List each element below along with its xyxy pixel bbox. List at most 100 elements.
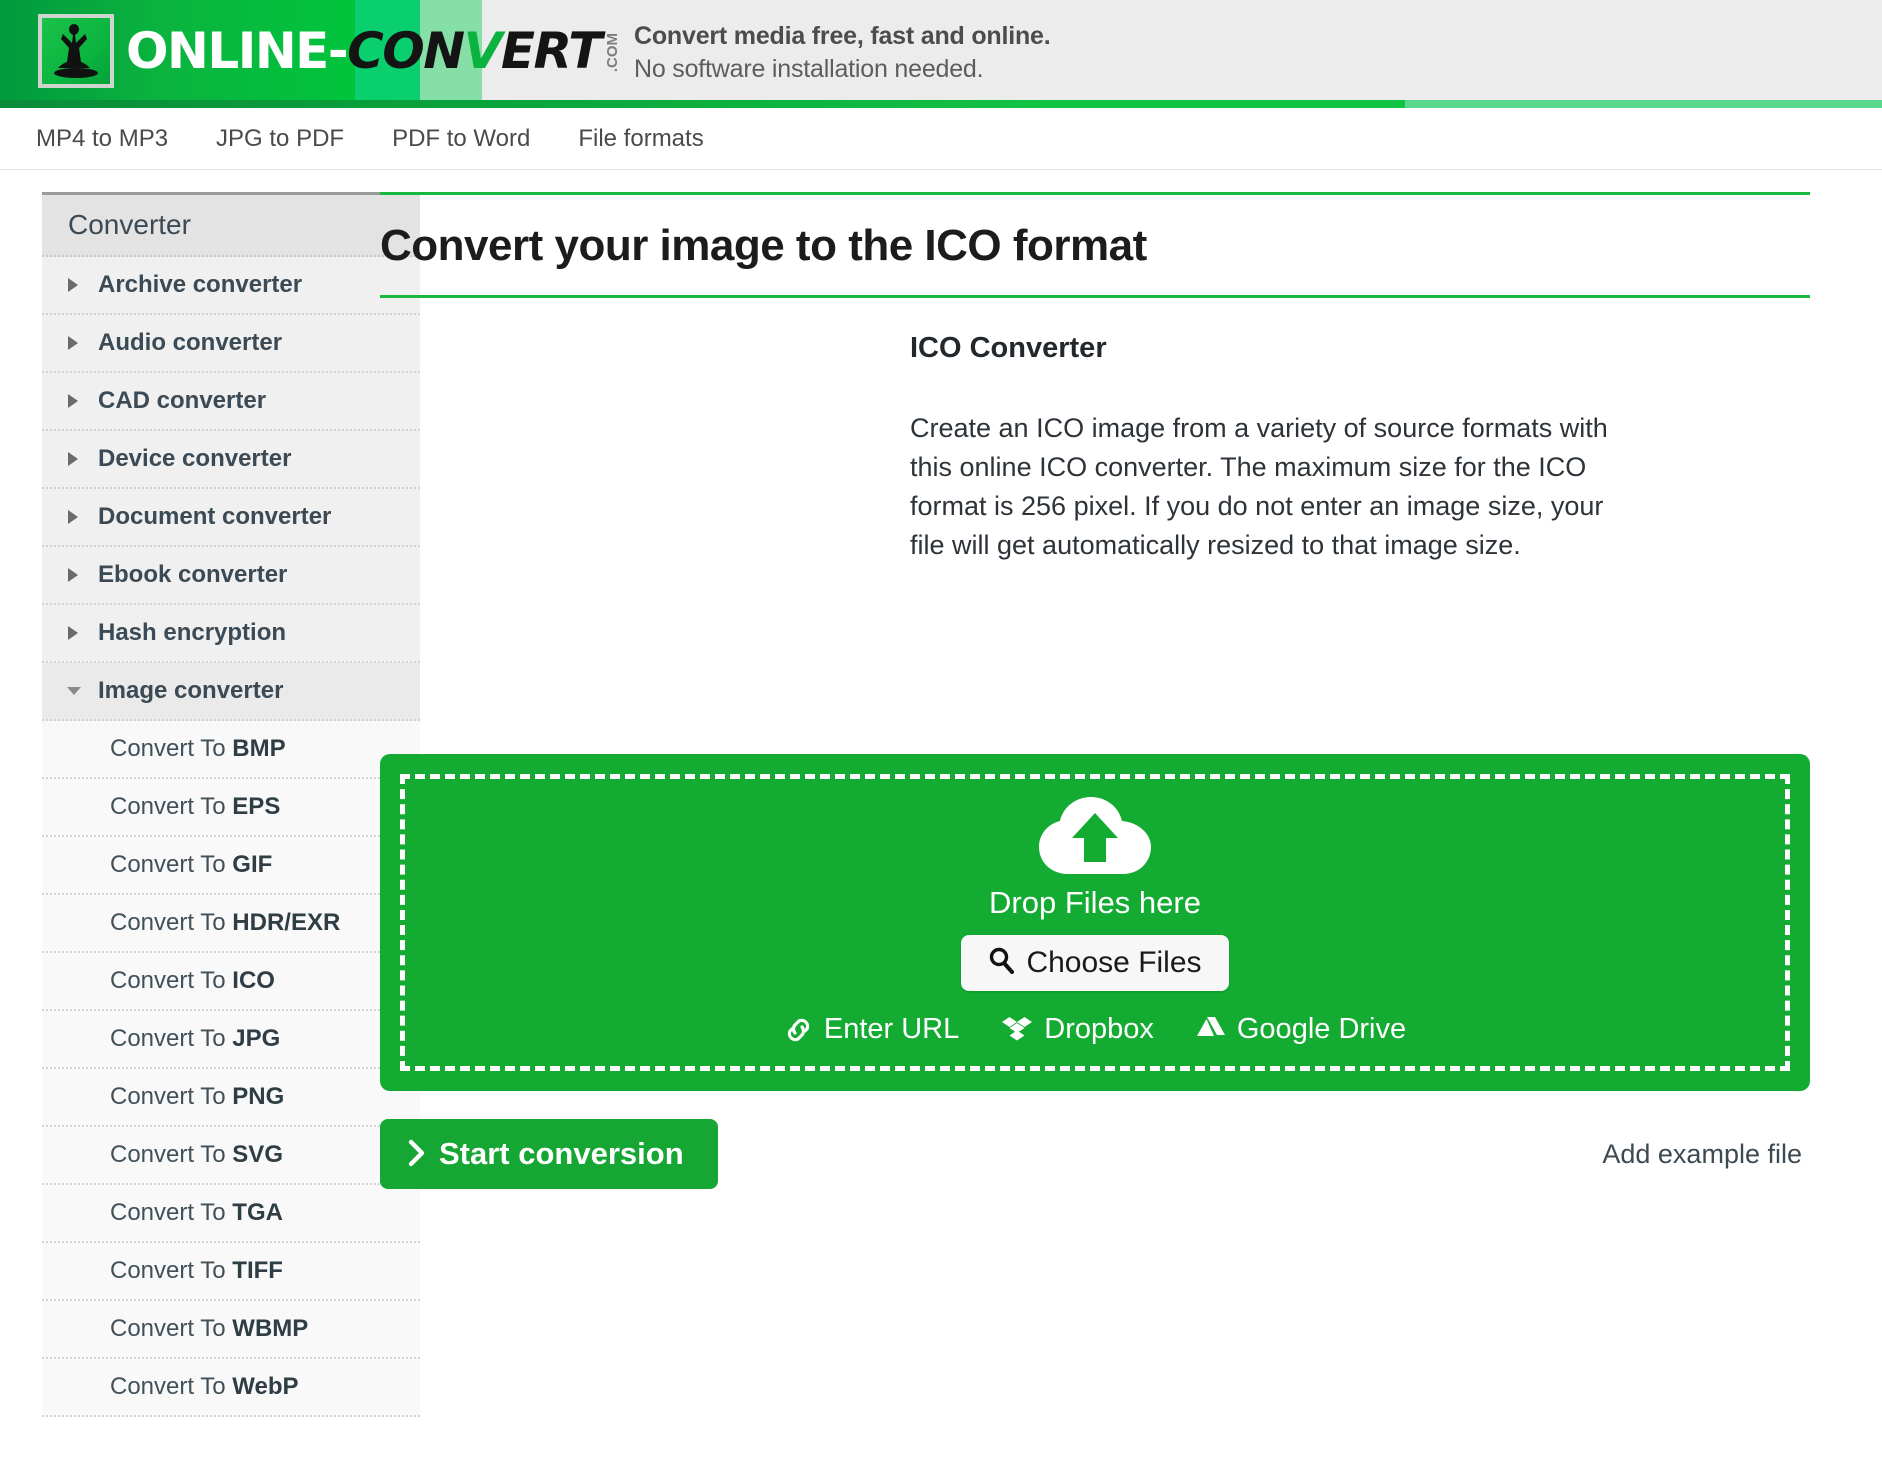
sidebar-item-cad-converter[interactable]: CAD converter bbox=[42, 373, 420, 431]
convert-to-prefix: Convert To bbox=[110, 1199, 232, 1226]
chevron-right-icon bbox=[66, 277, 84, 293]
google-drive-label: Google Drive bbox=[1237, 1013, 1406, 1046]
sidebar-subitem-convert-to-png[interactable]: Convert To PNG bbox=[42, 1069, 420, 1127]
header-tagline: Convert media free, fast and online. No … bbox=[634, 20, 1051, 85]
converter-info: ICO Converter Create an ICO image from a… bbox=[900, 332, 1810, 738]
sidebar-subitem-convert-to-wbmp[interactable]: Convert To WBMP bbox=[42, 1301, 420, 1359]
tagline-line-2: No software installation needed. bbox=[634, 53, 1051, 86]
logo-online: ONLINE- bbox=[126, 26, 347, 76]
site-header: ONLINE-CONVERT .COM Convert media free, … bbox=[0, 0, 1882, 108]
nav-item-jpg-to-pdf[interactable]: JPG to PDF bbox=[216, 125, 344, 153]
logo-wordmark: ONLINE-CONVERT .COM bbox=[126, 26, 620, 76]
chevron-right-icon bbox=[66, 335, 84, 351]
sidebar-item-label: Ebook converter bbox=[98, 561, 287, 589]
format-label: SVG bbox=[232, 1141, 283, 1168]
sidebar-subitem-convert-to-gif[interactable]: Convert To GIF bbox=[42, 837, 420, 895]
convert-to-prefix: Convert To bbox=[110, 1025, 232, 1052]
tagline-line-1: Convert media free, fast and online. bbox=[634, 20, 1051, 53]
dropbox-label: Dropbox bbox=[1044, 1013, 1154, 1046]
nav-item-mp4-to-mp3[interactable]: MP4 to MP3 bbox=[36, 125, 168, 153]
format-label: WBMP bbox=[232, 1315, 308, 1342]
sidebar-item-device-converter[interactable]: Device converter bbox=[42, 431, 420, 489]
link-icon bbox=[784, 1017, 813, 1043]
google-drive-icon bbox=[1196, 1016, 1226, 1043]
choose-files-button[interactable]: Choose Files bbox=[961, 935, 1228, 991]
convert-to-prefix: Convert To bbox=[110, 1315, 232, 1342]
dropzone-source-links: Enter URL Dropbox bbox=[784, 1013, 1406, 1046]
action-row: Start conversion Add example file bbox=[380, 1119, 1810, 1209]
format-label: PNG bbox=[232, 1083, 284, 1110]
enter-url-link[interactable]: Enter URL bbox=[784, 1013, 959, 1046]
page-title: Convert your image to the ICO format bbox=[380, 221, 1810, 271]
chevron-down-icon bbox=[66, 684, 84, 698]
site-logo[interactable]: ONLINE-CONVERT .COM bbox=[38, 14, 620, 88]
sidebar-item-ebook-converter[interactable]: Ebook converter bbox=[42, 547, 420, 605]
sidebar-subitem-convert-to-eps[interactable]: Convert To EPS bbox=[42, 779, 420, 837]
chevron-right-icon bbox=[66, 625, 84, 641]
sidebar-subitem-convert-to-jpg[interactable]: Convert To JPG bbox=[42, 1011, 420, 1069]
info-area: ICO Converter Create an ICO image from a… bbox=[380, 298, 1810, 738]
sidebar-subitem-convert-to-bmp[interactable]: Convert To BMP bbox=[42, 721, 420, 779]
sidebar-subitem-convert-to-svg[interactable]: Convert To SVG bbox=[42, 1127, 420, 1185]
format-label: TGA bbox=[232, 1199, 283, 1226]
nav-item-file-formats[interactable]: File formats bbox=[578, 125, 703, 153]
sidebar-item-label: Image converter bbox=[98, 677, 283, 705]
sidebar-subitem-convert-to-webp[interactable]: Convert To WebP bbox=[42, 1359, 420, 1417]
format-label: WebP bbox=[232, 1373, 298, 1400]
enter-url-label: Enter URL bbox=[824, 1013, 959, 1046]
format-label: JPG bbox=[232, 1025, 280, 1052]
sidebar-item-document-converter[interactable]: Document converter bbox=[42, 489, 420, 547]
sidebar-item-label: Audio converter bbox=[98, 329, 282, 357]
sidebar-subitem-convert-to-tiff[interactable]: Convert To TIFF bbox=[42, 1243, 420, 1301]
convert-to-prefix: Convert To bbox=[110, 735, 232, 762]
format-label: TIFF bbox=[232, 1257, 283, 1284]
format-label: GIF bbox=[232, 851, 272, 878]
chevron-right-icon bbox=[66, 393, 84, 409]
dropbox-link[interactable]: Dropbox bbox=[1001, 1013, 1154, 1046]
main-navigation: MP4 to MP3 JPG to PDF PDF to Word File f… bbox=[0, 108, 1882, 170]
choose-files-label: Choose Files bbox=[1026, 946, 1201, 980]
convert-to-prefix: Convert To bbox=[110, 1373, 232, 1400]
format-label: ICO bbox=[232, 967, 275, 994]
page-body: Converter Archive converter Audio conver… bbox=[0, 170, 1882, 1417]
format-label: HDR/EXR bbox=[232, 909, 340, 936]
google-drive-link[interactable]: Google Drive bbox=[1196, 1013, 1406, 1046]
sidebar-item-archive-converter[interactable]: Archive converter bbox=[42, 257, 420, 315]
sidebar-item-label: Hash encryption bbox=[98, 619, 286, 647]
header-underline bbox=[0, 100, 1882, 108]
drop-files-text: Drop Files here bbox=[989, 885, 1201, 921]
start-conversion-button[interactable]: Start conversion bbox=[380, 1119, 718, 1189]
ad-slot bbox=[380, 332, 900, 692]
chevron-right-icon bbox=[66, 509, 84, 525]
convert-to-prefix: Convert To bbox=[110, 1083, 232, 1110]
convert-to-prefix: Convert To bbox=[110, 851, 232, 878]
logo-ert: ERT bbox=[501, 26, 601, 76]
format-label: EPS bbox=[232, 793, 280, 820]
page-title-block: Convert your image to the ICO format bbox=[380, 192, 1810, 298]
sidebar: Converter Archive converter Audio conver… bbox=[0, 192, 380, 1417]
format-label: BMP bbox=[232, 735, 285, 762]
chevron-right-icon bbox=[66, 567, 84, 583]
logo-dotcom: .COM bbox=[605, 33, 620, 72]
nav-item-pdf-to-word[interactable]: PDF to Word bbox=[392, 125, 530, 153]
logo-v: V bbox=[464, 26, 501, 76]
converter-info-text: Create an ICO image from a variety of so… bbox=[910, 409, 1615, 566]
convert-to-prefix: Convert To bbox=[110, 793, 232, 820]
sidebar-item-label: Device converter bbox=[98, 445, 291, 473]
sidebar-item-hash-encryption[interactable]: Hash encryption bbox=[42, 605, 420, 663]
sidebar-item-image-converter[interactable]: Image converter bbox=[42, 663, 420, 721]
file-dropzone[interactable]: Drop Files here Choose Files Enter URL bbox=[380, 754, 1810, 1091]
sidebar-subitem-convert-to-hdr-exr[interactable]: Convert To HDR/EXR bbox=[42, 895, 420, 953]
convert-to-prefix: Convert To bbox=[110, 967, 232, 994]
convert-to-prefix: Convert To bbox=[110, 1141, 232, 1168]
add-example-file-link[interactable]: Add example file bbox=[1602, 1139, 1810, 1170]
sidebar-subitem-convert-to-ico[interactable]: Convert To ICO bbox=[42, 953, 420, 1011]
dropbox-icon bbox=[1001, 1016, 1033, 1044]
chevron-right-icon bbox=[66, 451, 84, 467]
person-raising-arms-icon bbox=[38, 14, 114, 88]
sidebar-item-audio-converter[interactable]: Audio converter bbox=[42, 315, 420, 373]
cloud-upload-icon bbox=[1038, 796, 1152, 875]
sidebar-subitem-convert-to-tga[interactable]: Convert To TGA bbox=[42, 1185, 420, 1243]
sidebar-item-label: Archive converter bbox=[98, 271, 302, 299]
sidebar-item-label: CAD converter bbox=[98, 387, 266, 415]
